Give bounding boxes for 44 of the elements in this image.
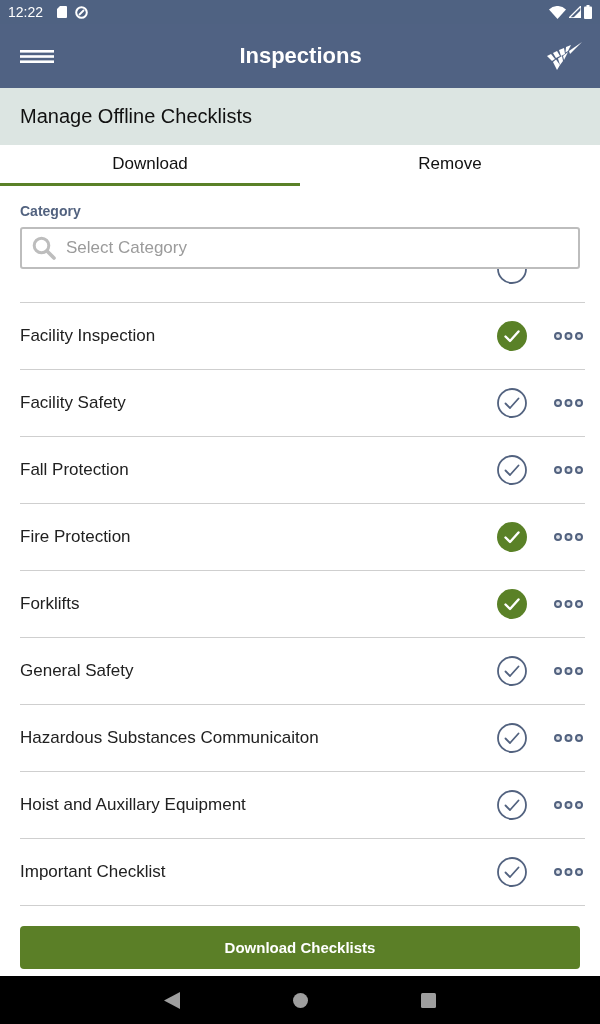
status-time: 12:22 xyxy=(8,4,44,20)
back-icon[interactable] xyxy=(164,991,180,1009)
check-circle-icon[interactable] xyxy=(497,723,527,753)
battery-icon xyxy=(584,5,592,19)
field-label: Category xyxy=(20,202,81,221)
sd-card-icon xyxy=(57,6,68,18)
checklist-name[interactable]: Facility Inspection xyxy=(20,326,156,346)
checked-circle-icon[interactable] xyxy=(497,321,527,351)
check-circle-icon[interactable] xyxy=(497,388,527,418)
check-circle-icon[interactable] xyxy=(497,656,527,686)
check-circle-icon[interactable] xyxy=(497,857,527,887)
checked-circle-icon[interactable] xyxy=(497,522,527,552)
checklist-name[interactable]: Hazardous Substances Communicaiton xyxy=(20,728,319,748)
checkmark-logo-icon xyxy=(547,42,582,70)
checked-circle-icon[interactable] xyxy=(497,589,527,619)
check-circle-icon[interactable] xyxy=(497,455,527,485)
checklist-name[interactable]: Important Checklist xyxy=(20,862,166,882)
more-icon[interactable] xyxy=(554,466,583,474)
more-icon[interactable] xyxy=(554,667,583,675)
more-icon[interactable] xyxy=(554,734,583,742)
more-icon[interactable] xyxy=(554,600,583,608)
checklist-name[interactable]: Fire Protection xyxy=(20,527,131,547)
checklist-name[interactable]: Hoist and Auxillary Equipment xyxy=(20,795,246,815)
search-icon xyxy=(32,236,56,260)
more-icon[interactable] xyxy=(554,399,583,407)
check-circle-icon[interactable] xyxy=(497,790,527,820)
signal-icon xyxy=(569,6,581,18)
page-heading: Manage Offline Checklists xyxy=(20,105,252,128)
more-icon[interactable] xyxy=(554,332,583,340)
download-button[interactable]: Download Checklists xyxy=(20,926,580,969)
wifi-icon xyxy=(549,5,566,19)
checklist-name[interactable]: General Safety xyxy=(20,661,134,681)
more-icon[interactable] xyxy=(554,533,583,541)
ring-icon xyxy=(75,5,89,19)
app-title: Inspections xyxy=(239,43,362,69)
more-icon[interactable] xyxy=(554,801,583,809)
menu-icon[interactable] xyxy=(20,49,54,63)
checklist-name[interactable]: Fall Protection xyxy=(20,460,129,480)
search-field[interactable]: Select Category xyxy=(20,227,580,269)
home-icon[interactable] xyxy=(292,992,308,1008)
checklist-name[interactable]: Forklifts xyxy=(20,594,80,614)
more-icon[interactable] xyxy=(554,868,583,876)
recents-icon[interactable] xyxy=(420,992,436,1008)
checklist-name[interactable]: Facility Safety xyxy=(20,393,126,413)
